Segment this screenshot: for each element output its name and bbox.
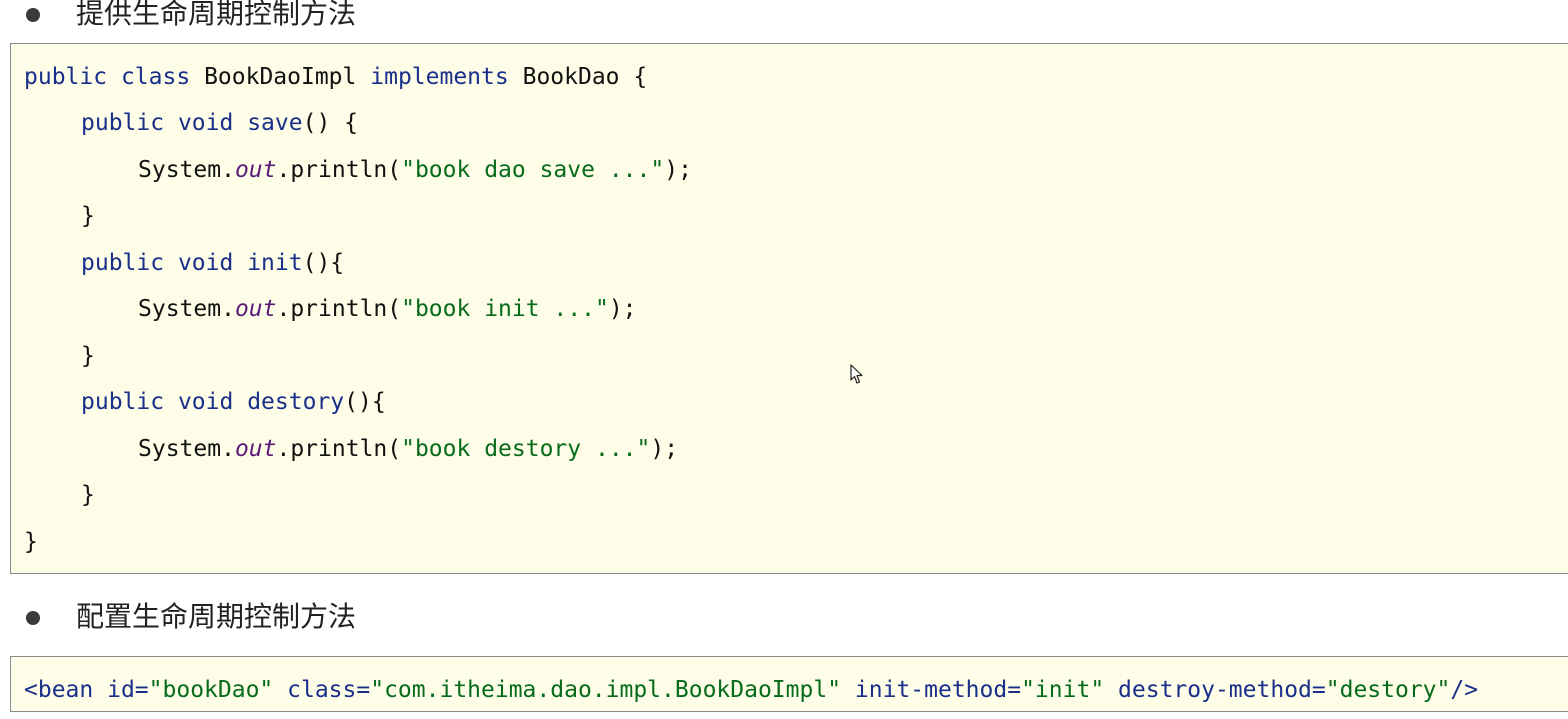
code-text: } (81, 203, 95, 229)
xml-value: "destory" (1325, 677, 1451, 703)
xml-attr: destroy-method= (1118, 677, 1326, 703)
code-text: } (24, 529, 38, 555)
java-code-block: public class BookDaoImpl implements Book… (10, 43, 1568, 574)
keyword: public (24, 64, 108, 90)
code-line-7: } (81, 345, 95, 368)
static-field: out (234, 157, 277, 183)
code-text: System. (138, 157, 235, 183)
code-text: } (81, 343, 95, 369)
static-field: out (234, 296, 277, 322)
bullet-icon (26, 611, 40, 625)
string-literal: "book init ..." (401, 296, 609, 322)
code-text: .println( (276, 157, 402, 183)
code-text: } (81, 482, 95, 508)
code-line-5: public void init(){ (81, 252, 344, 275)
string-literal: "book dao save ..." (401, 157, 665, 183)
xml-tag: <bean (24, 677, 94, 703)
code-line-6: System.out.println("book init ..."); (138, 298, 637, 321)
code-text: System. (138, 296, 235, 322)
method-name: save (247, 110, 303, 136)
code-text: (){ (302, 250, 345, 276)
keyword: void (177, 110, 234, 136)
method-name: init (247, 250, 303, 276)
keyword: class (120, 64, 191, 90)
section-heading-provide: 提供生命周期控制方法 (76, 0, 357, 30)
xml-attr: class= (287, 677, 371, 703)
bullet-icon (26, 8, 40, 22)
xml-value: "init" (1021, 677, 1105, 703)
string-literal: "book destory ..." (401, 436, 651, 462)
class-name: BookDaoImpl (204, 64, 357, 90)
code-line-4: } (81, 205, 95, 228)
xml-value: "bookDao" (148, 677, 274, 703)
code-text: (){ (344, 389, 386, 415)
code-text: .println( (276, 296, 402, 322)
code-line-10: } (81, 484, 95, 507)
code-line-9: System.out.println("book destory ..."); (138, 438, 678, 461)
xml-code-line: <bean id="bookDao" class="com.itheima.da… (24, 679, 1478, 702)
code-line-2: public void save() { (81, 112, 358, 135)
keyword: public (81, 250, 165, 276)
code-text: System. (138, 436, 235, 462)
code-text: ); (664, 157, 692, 183)
section-heading-configure: 配置生命周期控制方法 (76, 600, 357, 633)
xml-tag: /> (1450, 677, 1479, 703)
xml-code-block: <bean id="bookDao" class="com.itheima.da… (10, 656, 1568, 712)
keyword: implements (370, 64, 509, 90)
code-line-3: System.out.println("book dao save ..."); (138, 159, 692, 182)
code-text: .println( (276, 436, 402, 462)
static-field: out (234, 436, 277, 462)
code-line-11: } (24, 531, 38, 554)
xml-attr: id= (107, 677, 149, 703)
method-name: destory (247, 389, 345, 415)
code-text: ); (608, 296, 637, 322)
keyword: public (81, 110, 165, 136)
xml-attr: init-method= (854, 677, 1022, 703)
code-line-8: public void destory(){ (81, 391, 386, 414)
code-text: () { (302, 110, 358, 136)
code-text: ); (650, 436, 679, 462)
keyword: public (81, 389, 165, 415)
mouse-cursor-icon (850, 364, 863, 384)
keyword: void (177, 250, 234, 276)
interface-name: BookDao { (522, 64, 648, 90)
code-line-1: public class BookDaoImpl implements Book… (24, 66, 647, 89)
keyword: void (177, 389, 234, 415)
xml-value: "com.itheima.dao.impl.BookDaoImpl" (370, 677, 842, 703)
